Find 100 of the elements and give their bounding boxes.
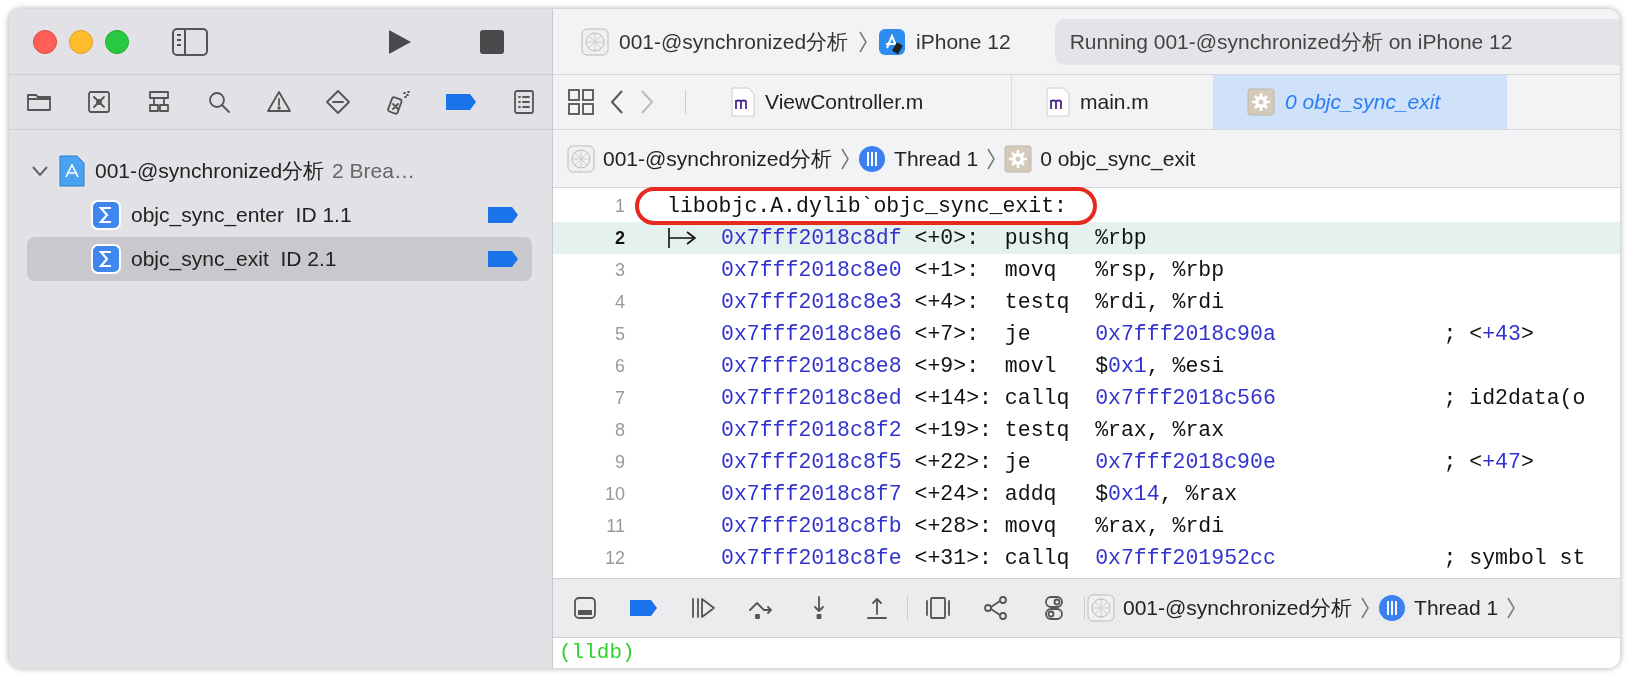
instruction-offset: <+14>:: [914, 386, 993, 410]
instruction-comment: ; symbol st: [1443, 546, 1586, 570]
m-file-icon: [731, 87, 755, 117]
activity-status: Running 001-@synchronized分析 on iPhone 12: [1054, 18, 1620, 65]
instruction-address: 0x7fff2018c8f2: [721, 418, 903, 442]
sidebar-toggle-icon[interactable]: [171, 26, 209, 57]
stop-icon[interactable]: [479, 28, 505, 55]
line-number: 6: [614, 355, 625, 377]
layers-icon[interactable]: [924, 594, 952, 622]
instruction-comment: ; <+43>: [1443, 322, 1534, 346]
instruction-operands: 0x7fff2018c90a: [1095, 322, 1276, 346]
chevron-icon: [986, 146, 997, 171]
grid-icon[interactable]: [567, 88, 595, 116]
instruction-mnemonic: addq: [1004, 482, 1058, 506]
editor-tab[interactable]: ViewController.m: [697, 75, 1012, 129]
instruction-operands: 0x7fff2018c566: [1095, 386, 1276, 410]
instruction-mnemonic: callq: [1004, 386, 1071, 410]
close-button[interactable]: [33, 29, 57, 54]
project-icon: [581, 27, 609, 56]
instruction-mnemonic: je: [1004, 450, 1032, 474]
breakpoint-row[interactable]: objc_sync_enter ID 1.1: [27, 193, 532, 237]
instruction-address: 0x7fff2018c8ed: [721, 386, 903, 410]
instruction-offset: <+0>:: [914, 226, 981, 250]
jump-bar-item[interactable]: 0 objc_sync_exit: [1040, 146, 1196, 171]
instruction-comment: ; <+47>: [1443, 450, 1534, 474]
breakpoint-row[interactable]: objc_sync_exit ID 2.1: [27, 237, 532, 281]
instruction-offset: <+9>:: [914, 354, 981, 378]
jump-bar-item[interactable]: Thread 1: [894, 146, 979, 171]
instruction-address: 0x7fff2018c8e3: [721, 290, 903, 314]
breakpoint-icon[interactable]: [629, 599, 659, 617]
diamond-minus-icon[interactable]: [324, 88, 353, 116]
gear-icon: [1004, 144, 1033, 173]
graph-icon[interactable]: [982, 594, 1010, 622]
instruction-offset: <+1>:: [914, 258, 981, 282]
project-name[interactable]: 001-@synchronized分析 2 Brea…: [95, 157, 415, 185]
instruction-operands: %rdi, %rdi: [1095, 290, 1225, 314]
chevron-icon: [840, 146, 851, 171]
instruction-operands: %rbp: [1095, 226, 1147, 250]
instruction-operands: $0x14, %rax: [1095, 482, 1238, 506]
m-file-icon: [1046, 87, 1070, 117]
gear-icon: [1247, 88, 1275, 116]
instruction-mnemonic: movq: [1004, 514, 1058, 538]
breakpoint-icon[interactable]: [444, 93, 479, 111]
back-icon[interactable]: [609, 89, 625, 115]
instruction-address: 0x7fff2018c8e8: [721, 354, 903, 378]
line-number: 12: [603, 547, 625, 569]
editor-tab[interactable]: main.m: [1012, 75, 1213, 129]
line-number: 9: [614, 451, 625, 473]
instruction-comment: ; id2data(o: [1443, 386, 1586, 410]
project-icon: [1087, 594, 1115, 622]
code-label: libobjc.A.dylib`objc_sync_exit:: [667, 194, 1067, 218]
instruction-address: 0x7fff2018c8df: [721, 226, 903, 250]
instruction-operands: %rax, %rax: [1095, 418, 1225, 442]
instruction-offset: <+7>:: [914, 322, 981, 346]
line-number: 3: [614, 259, 625, 281]
instruction-operands: %rax, %rdi: [1095, 514, 1225, 538]
line-number: 10: [603, 483, 625, 505]
line-number: 4: [614, 291, 625, 313]
instruction-mnemonic: movq: [1004, 258, 1058, 282]
thread-icon: [1378, 594, 1407, 622]
instruction-address: 0x7fff2018c8e6: [721, 322, 903, 346]
chevron-down-icon[interactable]: [31, 165, 49, 177]
line-number: 7: [614, 387, 625, 409]
instruction-offset: <+24>:: [914, 482, 993, 506]
jump-bar-item[interactable]: 001-@synchronized分析: [1123, 594, 1353, 622]
app-icon[interactable]: [878, 27, 907, 56]
thread-icon: [858, 144, 887, 173]
project-icon: [567, 144, 595, 173]
instruction-address: 0x7fff2018c8f7: [721, 482, 903, 506]
breakpoint-icon[interactable]: [486, 206, 520, 224]
chevron-icon: [1360, 596, 1371, 620]
instruction-mnemonic: je: [1004, 322, 1032, 346]
line-number: 5: [614, 323, 625, 345]
scheme-name[interactable]: 001-@synchronized分析: [619, 27, 849, 56]
line-number: 1: [614, 195, 625, 217]
instruction-offset: <+31>:: [914, 546, 993, 570]
line-number: 8: [614, 419, 625, 441]
breakpoint-icon[interactable]: [486, 250, 520, 268]
instruction-offset: <+4>:: [914, 290, 981, 314]
instruction-mnemonic: pushq: [1004, 226, 1071, 250]
instruction-address: 0x7fff2018c8f5: [721, 450, 903, 474]
line-number: 2: [614, 227, 625, 249]
instruction-mnemonic: movl: [1004, 354, 1058, 378]
panel-toggle-icon[interactable]: [571, 594, 599, 622]
instruction-offset: <+22>:: [914, 450, 993, 474]
instruction-mnemonic: testq: [1004, 418, 1071, 442]
jump-bar-item[interactable]: 001-@synchronized分析: [603, 144, 833, 173]
sigma-icon: [91, 244, 121, 274]
instruction-address: 0x7fff2018c8e0: [721, 258, 903, 282]
console-prompt: (lldb): [559, 641, 635, 664]
project-file-icon: [59, 155, 85, 187]
destination-name[interactable]: iPhone 12: [916, 29, 1011, 54]
instruction-operands: %rsp, %rbp: [1095, 258, 1225, 282]
jump-bar-item[interactable]: Thread 1: [1414, 596, 1499, 620]
instruction-operands: 0x7fff201952cc: [1095, 546, 1276, 570]
instruction-mnemonic: testq: [1004, 290, 1071, 314]
chevron-icon: [1506, 596, 1517, 620]
spray-can-icon[interactable]: [384, 88, 413, 116]
instruction-operands: 0x7fff2018c90e: [1095, 450, 1276, 474]
line-number: 11: [605, 515, 625, 537]
